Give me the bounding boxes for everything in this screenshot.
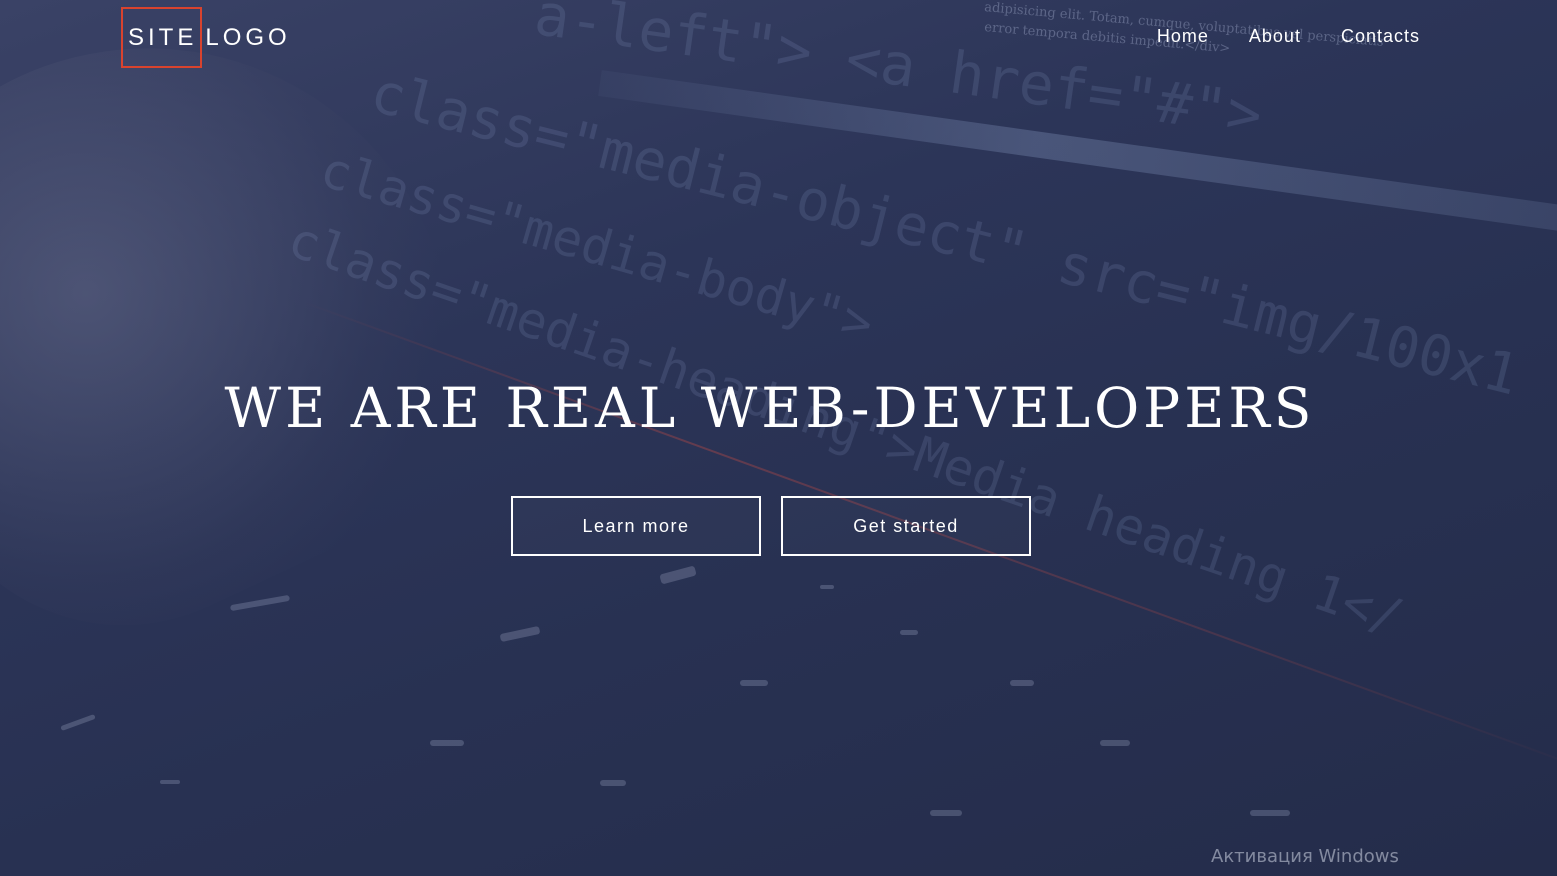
nav-link-home[interactable]: Home xyxy=(1157,24,1209,48)
logo-text-logo: LOGO xyxy=(205,23,291,51)
hero-buttons: Learn more Get started xyxy=(511,496,1031,556)
site-logo[interactable]: SITE LOGO xyxy=(121,7,291,68)
background-light-beam xyxy=(598,70,1557,249)
learn-more-button[interactable]: Learn more xyxy=(511,496,761,556)
site-header: SITE LOGO Home About Contacts xyxy=(0,0,1557,76)
main-nav: Home About Contacts xyxy=(1157,24,1420,48)
hero-section: a-left"> <a href="#"> class="media-objec… xyxy=(0,0,1557,876)
background-code-line: class="media-body"> xyxy=(314,140,880,354)
hero-headline: WE ARE REAL WEB-DEVELOPERS xyxy=(224,376,1316,440)
windows-activation-watermark: Активация Windows xyxy=(1211,846,1399,867)
background-finger-shape xyxy=(0,0,533,693)
logo-text-site: SITE xyxy=(128,23,198,51)
get-started-button[interactable]: Get started xyxy=(781,496,1031,556)
background-code-line: class="media-object" src="img/100x1 xyxy=(364,60,1525,409)
nav-link-about[interactable]: About xyxy=(1249,24,1301,48)
nav-link-contacts[interactable]: Contacts xyxy=(1341,24,1420,48)
